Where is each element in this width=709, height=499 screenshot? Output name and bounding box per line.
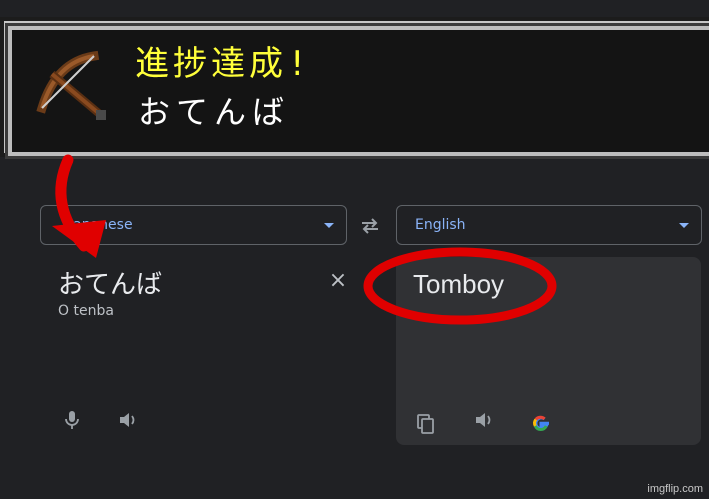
microphone-icon[interactable] <box>60 408 84 432</box>
advancement-title: 進捗達成! <box>135 44 312 84</box>
copy-icon[interactable] <box>414 412 438 436</box>
target-language-select[interactable]: English <box>396 205 702 245</box>
chevron-down-icon <box>324 222 334 228</box>
source-language-select[interactable]: Japanese <box>40 205 347 245</box>
watermark: imgflip.com <box>647 483 703 495</box>
source-language-label: Japanese <box>69 217 133 233</box>
source-text[interactable]: おてんば <box>58 264 162 301</box>
speaker-icon[interactable] <box>116 408 140 432</box>
clear-source-button[interactable]: × <box>325 268 351 294</box>
crossbow-icon <box>36 50 106 120</box>
target-language-label: English <box>415 217 466 233</box>
source-romanization: O tenba <box>58 303 114 319</box>
advancement-frame <box>8 26 709 156</box>
google-g-icon[interactable] <box>529 411 553 435</box>
advancement-subtitle: おてんば <box>138 93 291 131</box>
chevron-down-icon <box>679 222 689 228</box>
swap-languages-icon[interactable] <box>359 216 381 236</box>
translation-output: Tomboy <box>413 269 505 299</box>
speaker-icon[interactable] <box>472 408 496 432</box>
